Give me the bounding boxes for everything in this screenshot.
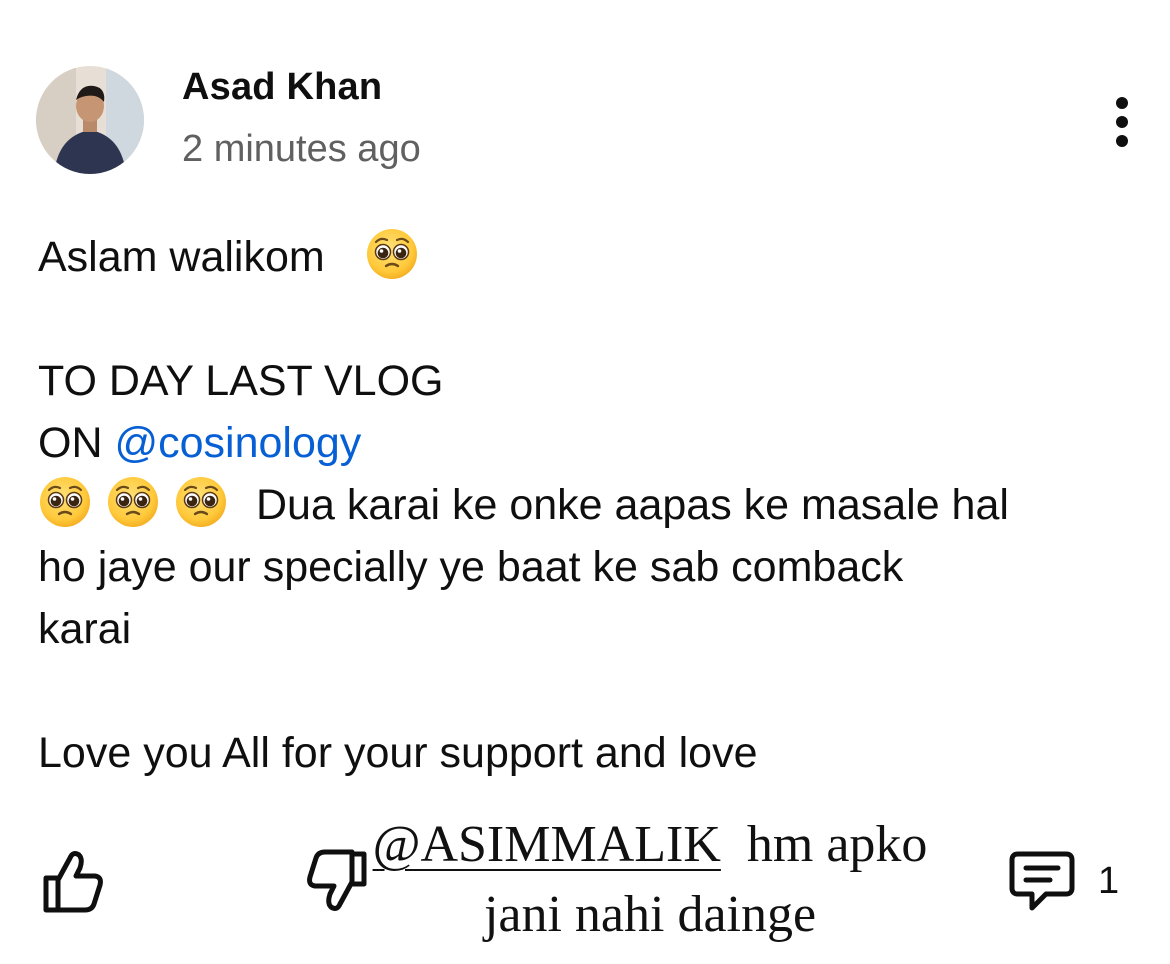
post-line-title: TO DAY LAST VLOG [38, 357, 444, 405]
overlay-mention: @ASIMMALIK [372, 816, 721, 873]
post-line-dua: Dua karai ke onke aapas ke masale hal [38, 474, 1138, 536]
overlay-line-1: @ASIMMALIK hm apko [300, 810, 1000, 880]
overlay-line-1-rest: hm apko [720, 816, 928, 873]
avatar-photo [36, 66, 144, 174]
post-line-closing: Love you All for your support and love [38, 729, 758, 777]
post-line-greeting: Aslam walikom [38, 226, 1138, 288]
more-options-button[interactable] [1100, 90, 1144, 154]
post-body: Aslam walikom TO DAY LAST VLOG ON @cosin… [38, 226, 1138, 784]
post-line-on: ON @cosinology [38, 412, 1138, 474]
dua-text: Dua karai ke onke aapas ke masale hal [256, 481, 1009, 529]
reply-button[interactable] [1006, 848, 1078, 916]
post-timestamp: 2 minutes ago [182, 128, 421, 170]
author-name[interactable]: Asad Khan [182, 66, 382, 109]
reply-count: 1 [1098, 860, 1120, 902]
thumbs-up-icon [43, 851, 103, 913]
overlay-line-2: jani nahi dainge [483, 886, 817, 943]
pleading-face-emoji [365, 227, 419, 281]
pleading-face-emoji [38, 475, 92, 529]
more-vert-icon-dot [1116, 116, 1128, 128]
on-prefix: ON [38, 419, 103, 467]
post-line-dua-3: karai [38, 605, 132, 653]
mention-link[interactable]: @cosinology [114, 419, 361, 467]
comment-icon [1009, 851, 1075, 911]
avatar[interactable] [36, 66, 144, 174]
pleading-face-emoji [106, 475, 160, 529]
pleading-face-emoji [174, 475, 228, 529]
overlay-caption: @ASIMMALIK hm apko jani nahi dainge [300, 810, 1000, 950]
more-vert-icon-dot [1116, 135, 1128, 147]
post-line-dua-2: ho jaye our specially ye baat ke sab com… [38, 543, 904, 591]
greeting-text: Aslam walikom [38, 233, 325, 281]
more-vert-icon [1116, 97, 1128, 109]
like-button[interactable] [38, 846, 106, 916]
